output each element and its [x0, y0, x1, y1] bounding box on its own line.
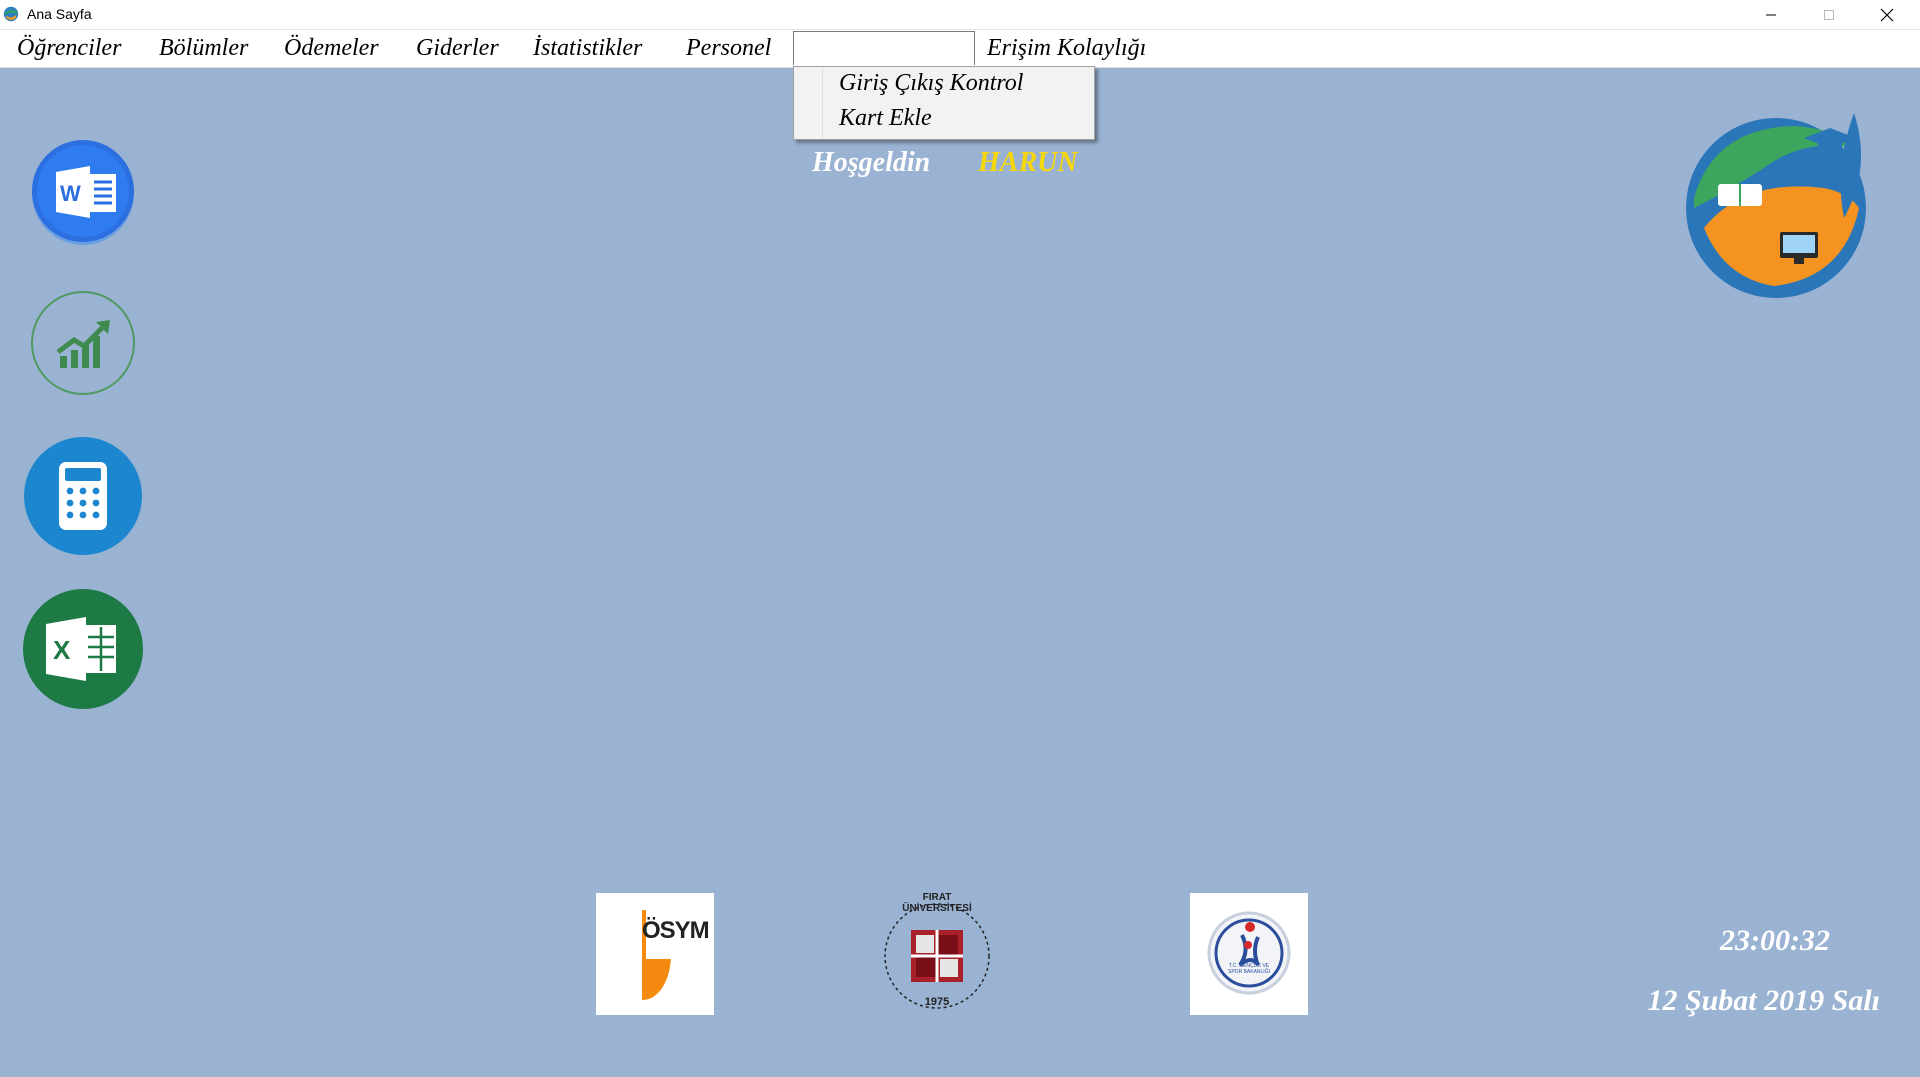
menu-istatistikler[interactable]: İstatistikler — [533, 30, 642, 67]
svg-text:W: W — [60, 181, 81, 206]
minimize-icon — [1766, 14, 1776, 15]
menu-bar: Öğrenciler Bölümler Ödemeler Giderler İs… — [0, 30, 1920, 68]
excel-icon[interactable]: X — [22, 586, 144, 712]
clock-time: 23:00:32 — [1720, 924, 1830, 957]
title-bar: Ana Sayfa — [0, 0, 1920, 30]
maximize-button[interactable] — [1800, 0, 1858, 29]
firat-university-logo: FIRAT ÜNİVERSİTESİ 1975 — [874, 892, 1000, 1018]
close-icon — [1880, 8, 1894, 21]
dropdown-item-kart-ekle[interactable]: Kart Ekle — [839, 105, 932, 132]
menu-bolumler[interactable]: Bölümler — [159, 30, 248, 67]
menu-personel[interactable]: Personel — [686, 30, 771, 67]
school-logo-icon — [1686, 113, 1866, 298]
osym-logo-text: ÖSYM — [642, 917, 710, 944]
firat-logo-text: FIRAT ÜNİVERSİTESİ — [902, 892, 972, 914]
ministry-seal-image — [1207, 911, 1291, 995]
dropdown-gutter — [794, 67, 823, 139]
maximize-icon — [1824, 9, 1834, 20]
osym-logo: ÖSYM — [596, 893, 714, 1015]
app-logo-icon — [3, 6, 19, 22]
word-icon[interactable]: W — [28, 136, 138, 250]
firat-logo-year: 1975 — [924, 996, 950, 1008]
ministry-logo-text: T.C. GENÇLİK VE SPOR BAKANLIĞI — [1228, 963, 1270, 975]
menu-erisim-kolayligi[interactable]: Erişim Kolaylığı — [987, 30, 1146, 67]
statistics-icon[interactable] — [30, 290, 136, 396]
window-title: Ana Sayfa — [27, 6, 92, 22]
menu-odemeler[interactable]: Ödemeler — [284, 30, 379, 67]
welcome-text: Hoşgeldin — [812, 147, 931, 178]
minimize-button[interactable] — [1742, 0, 1800, 29]
svg-text:X: X — [53, 635, 71, 665]
menu-dropdown: Giriş Çıkış Kontrol Kart Ekle — [793, 66, 1095, 140]
dropdown-item-giris-cikis-kontrol[interactable]: Giriş Çıkış Kontrol — [839, 70, 1023, 97]
calculator-icon[interactable] — [22, 434, 144, 558]
osym-logo-image — [602, 907, 706, 1008]
menu-open-blank[interactable] — [793, 31, 975, 65]
close-button[interactable] — [1858, 0, 1916, 29]
ministry-logo: T.C. GENÇLİK VE SPOR BAKANLIĞI — [1190, 893, 1308, 1015]
menu-ogrenciler[interactable]: Öğrenciler — [17, 30, 121, 67]
username-text: HARUN — [978, 147, 1078, 178]
menu-giderler[interactable]: Giderler — [416, 30, 499, 67]
clock-date: 12 Şubat 2019 Salı — [1647, 984, 1880, 1017]
